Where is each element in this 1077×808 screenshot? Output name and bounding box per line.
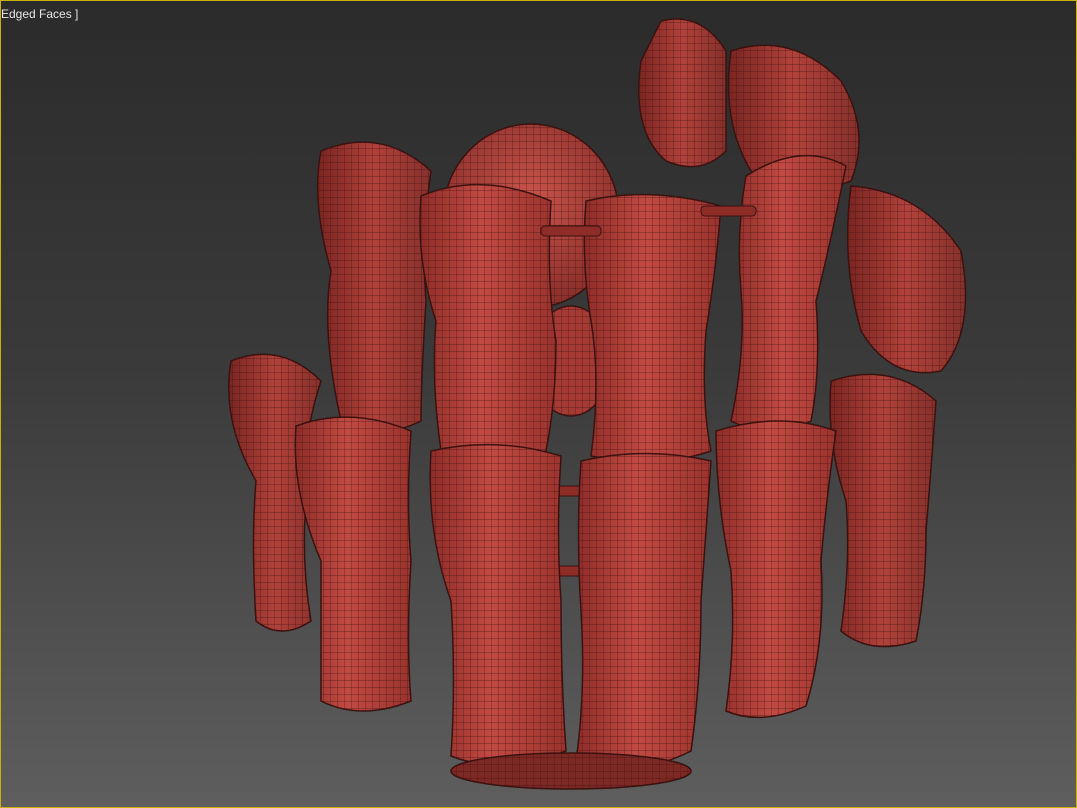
bracelet-model[interactable] xyxy=(228,18,967,790)
viewport-scene[interactable] xyxy=(1,1,1077,808)
viewport-shading-label[interactable]: Edged Faces ] xyxy=(1,7,78,21)
3d-viewport[interactable]: Edged Faces ] xyxy=(0,0,1077,808)
